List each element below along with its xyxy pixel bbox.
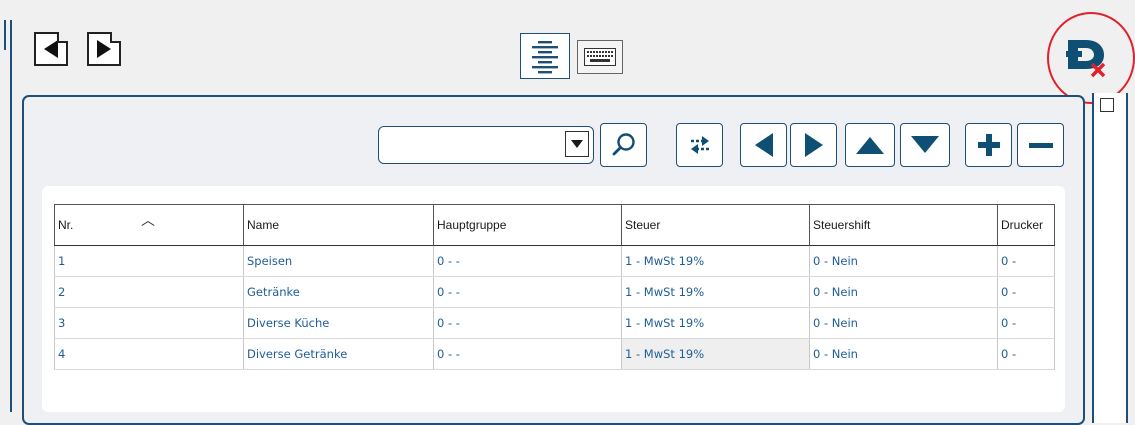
column-header-hauptgruppe[interactable]: Hauptgruppe [433, 204, 622, 246]
annotation-circle [1047, 12, 1135, 104]
cell-name[interactable]: Diverse Getränke [243, 338, 434, 370]
arrow-right-icon [804, 133, 823, 157]
arrow-down-icon [911, 136, 939, 153]
nav-left-button[interactable] [740, 123, 787, 167]
arrow-up-icon [856, 137, 884, 154]
nav-right-button[interactable] [790, 123, 837, 167]
table-row[interactable]: 3 Diverse Küche 0 - - 1 - MwSt 19% 0 - N… [54, 307, 1055, 339]
cell-drucker[interactable]: 0 - [997, 307, 1055, 339]
add-button[interactable] [965, 123, 1012, 167]
remove-button[interactable] [1017, 123, 1064, 167]
cell-nr[interactable]: 2 [54, 276, 244, 308]
swap-arrows-icon [690, 136, 709, 154]
search-icon [612, 133, 635, 156]
cell-nr[interactable]: 4 [54, 338, 244, 370]
column-header-steuershift[interactable]: Steuershift [809, 204, 998, 246]
cell-hauptgruppe[interactable]: 0 - - [433, 245, 622, 277]
cell-steuer-selected[interactable]: 1 - MwSt 19% [621, 338, 810, 370]
table-row[interactable]: 4 Diverse Getränke 0 - - 1 - MwSt 19% 0 … [54, 338, 1055, 370]
cell-name[interactable]: Getränke [243, 276, 434, 308]
cell-name[interactable]: Speisen [243, 245, 434, 277]
cell-drucker[interactable]: 0 - [997, 338, 1055, 370]
vertical-scrollbar[interactable] [1092, 93, 1128, 423]
cell-steuershift[interactable]: 0 - Nein [809, 307, 998, 339]
keyboard-view-button[interactable] [577, 40, 623, 74]
column-header-steuer[interactable]: Steuer [621, 204, 810, 246]
cell-drucker[interactable]: 0 - [997, 245, 1055, 277]
cell-hauptgruppe[interactable]: 0 - - [433, 307, 622, 339]
next-page-button[interactable] [87, 32, 121, 66]
table-row[interactable]: 2 Getränke 0 - - 1 - MwSt 19% 0 - Nein 0… [54, 276, 1055, 308]
combobox-dropdown-button[interactable] [565, 131, 589, 157]
cell-drucker[interactable]: 0 - [997, 276, 1055, 308]
list-view-button[interactable] [520, 33, 570, 79]
window-left-border-top [0, 20, 6, 50]
search-button[interactable] [600, 123, 647, 167]
nav-down-button[interactable] [900, 123, 950, 167]
cell-steuershift[interactable]: 0 - Nein [809, 338, 998, 370]
cell-hauptgruppe[interactable]: 0 - - [433, 338, 622, 370]
column-header-drucker[interactable]: Drucker [997, 204, 1055, 246]
nav-up-button[interactable] [845, 123, 895, 167]
arrow-left-icon [754, 133, 773, 157]
column-header-name[interactable]: Name [243, 204, 434, 246]
cell-name[interactable]: Diverse Küche [243, 307, 434, 339]
previous-page-button[interactable] [34, 32, 68, 66]
swap-button[interactable] [676, 123, 723, 167]
cell-hauptgruppe[interactable]: 0 - - [433, 276, 622, 308]
scrollbar-thumb[interactable] [1100, 98, 1114, 112]
minus-icon [1028, 143, 1053, 148]
plus-icon [977, 134, 1000, 156]
cell-steuer[interactable]: 1 - MwSt 19% [621, 276, 810, 308]
cell-steuer[interactable]: 1 - MwSt 19% [621, 307, 810, 339]
cell-nr[interactable]: 3 [54, 307, 244, 339]
window-left-border [0, 20, 12, 412]
table-header-row: Nr. ︿ Name Hauptgruppe Steuer Steuershift… [54, 204, 1055, 246]
data-table: Nr. ︿ Name Hauptgruppe Steuer Steuershift… [54, 204, 1055, 370]
chevron-down-icon [571, 140, 583, 148]
cell-steuer[interactable]: 1 - MwSt 19% [621, 245, 810, 277]
cell-nr[interactable]: 1 [54, 245, 244, 277]
sort-ascending-icon: ︿ [141, 212, 155, 228]
filter-combobox[interactable] [378, 126, 594, 164]
column-header-nr[interactable]: Nr. ︿ [54, 204, 244, 246]
cell-steuershift[interactable]: 0 - Nein [809, 276, 998, 308]
align-list-icon [532, 41, 558, 74]
table-row[interactable]: 1 Speisen 0 - - 1 - MwSt 19% 0 - Nein 0 … [54, 245, 1055, 277]
cell-steuershift[interactable]: 0 - Nein [809, 245, 998, 277]
keyboard-icon [584, 48, 616, 66]
